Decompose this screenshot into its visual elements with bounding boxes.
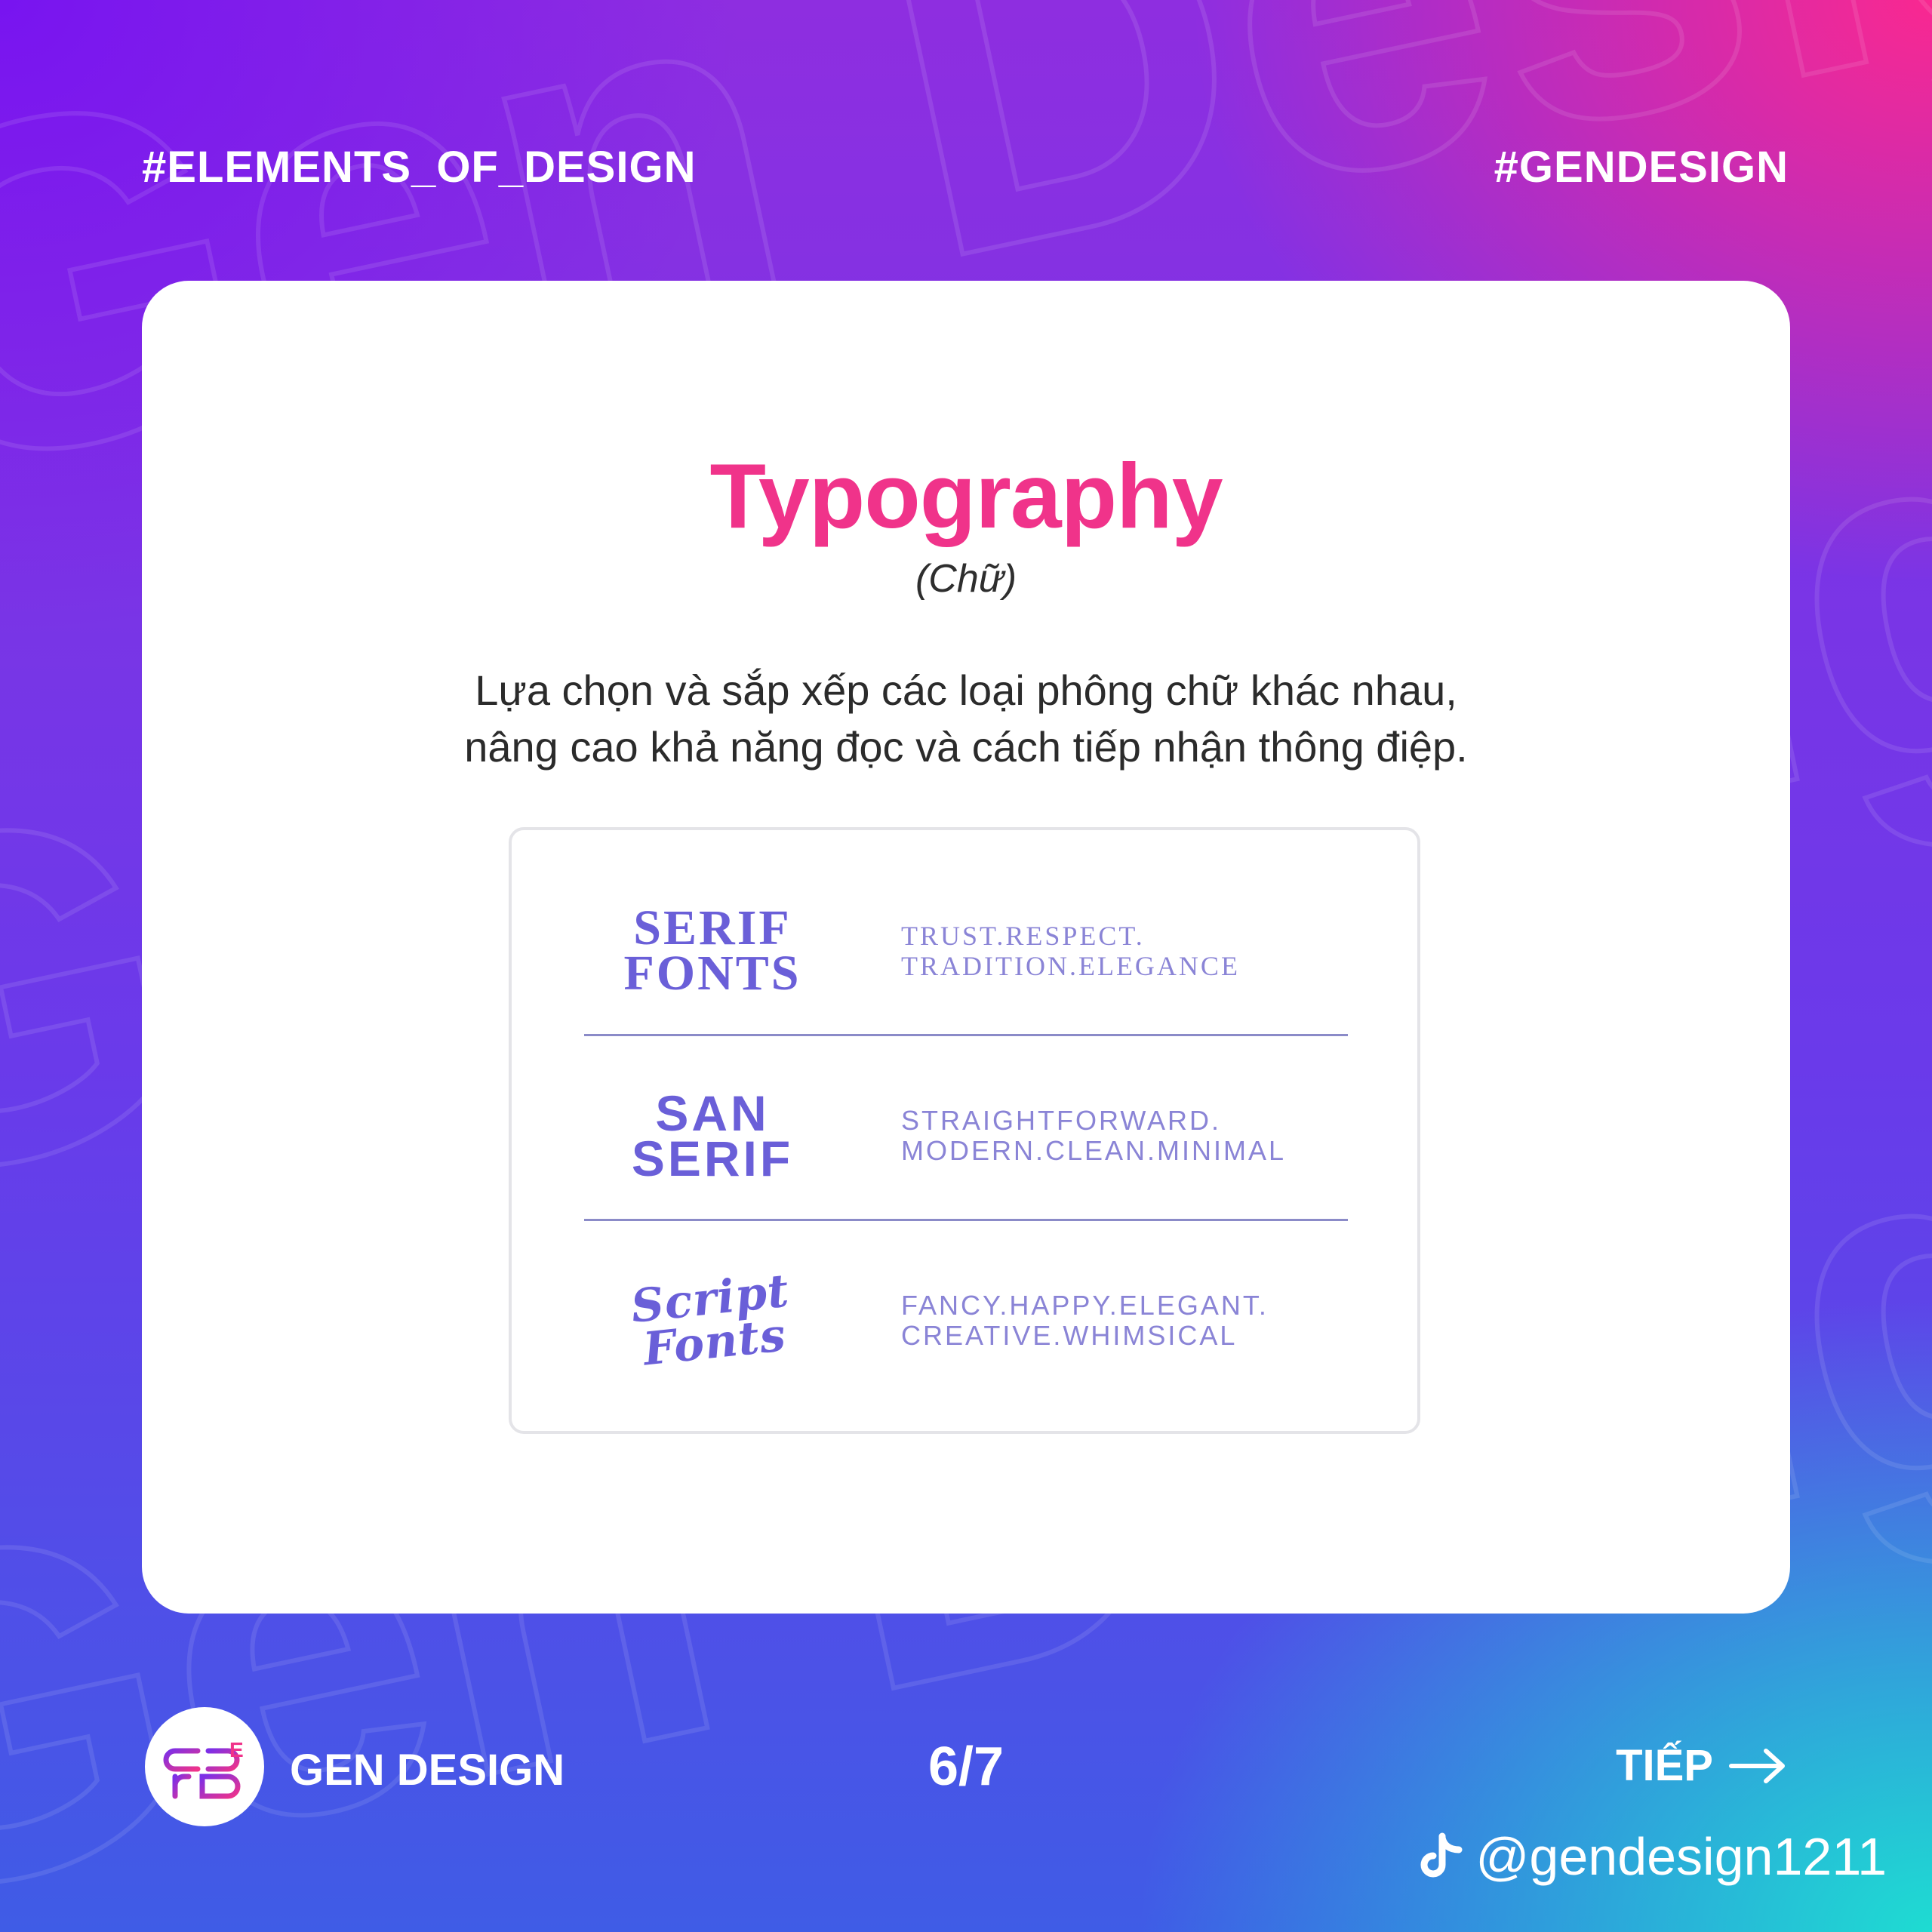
font-types-panel: SERIF FONTS TRUST.RESPECT. TRADITION.ELE… <box>509 827 1420 1434</box>
social-handle[interactable]: @gendesign1211 <box>1420 1826 1887 1887</box>
font-type-trait-line: STRAIGHTFORWARD. <box>901 1105 1221 1136</box>
row-divider <box>584 1034 1348 1036</box>
svg-text:E: E <box>229 1738 244 1761</box>
font-type-trait-line: CREATIVE.WHIMSICAL <box>901 1320 1238 1351</box>
hashtag-elements-of-design: #ELEMENTS_OF_DESIGN <box>142 143 697 192</box>
font-type-name: Script Fonts <box>575 1217 849 1424</box>
font-type-traits: TRUST.RESPECT. TRADITION.ELEGANCE <box>901 860 1346 1041</box>
font-type-name-line: SERIF <box>631 1131 794 1186</box>
font-type-row-serif: SERIF FONTS TRUST.RESPECT. TRADITION.ELE… <box>584 860 1348 1041</box>
description-line: nâng cao khả năng đọc và cách tiếp nhận … <box>464 723 1468 771</box>
hashtag-gendesign: #GENDESIGN <box>1494 143 1789 192</box>
handle-text: @gendesign1211 <box>1475 1827 1887 1886</box>
font-type-name-line: FONTS <box>623 946 801 1001</box>
font-type-row-script: Script Fonts FANCY.HAPPY.ELEGANT. CREATI… <box>584 1230 1348 1411</box>
font-type-name-line: SAN <box>655 1085 770 1141</box>
font-type-trait-line: TRUST.RESPECT. <box>901 921 1145 951</box>
font-type-name-line: SERIF <box>633 900 792 955</box>
content-card: Typography (Chữ) Lựa chọn và sắp xếp các… <box>142 281 1790 1614</box>
next-button[interactable]: TIẾP <box>1616 1740 1789 1791</box>
row-divider <box>584 1219 1348 1221</box>
brand-name: GEN DESIGN <box>290 1746 565 1795</box>
page-subtitle: (Chữ) <box>915 557 1017 601</box>
next-label: TIẾP <box>1616 1741 1713 1790</box>
gen-design-logo-icon[interactable]: E <box>145 1707 264 1826</box>
font-type-name: SERIF FONTS <box>584 860 841 1041</box>
page-indicator: 6/7 <box>928 1737 1004 1797</box>
font-type-trait-line: TRADITION.ELEGANCE <box>901 951 1240 981</box>
font-type-traits: STRAIGHTFORWARD. MODERN.CLEAN.MINIMAL <box>901 1045 1346 1226</box>
font-type-row-sans-serif: SAN SERIF STRAIGHTFORWARD. MODERN.CLEAN.… <box>584 1045 1348 1226</box>
tiktok-icon <box>1420 1832 1463 1878</box>
font-type-name-line: Fonts <box>641 1309 789 1377</box>
font-type-traits: FANCY.HAPPY.ELEGANT. CREATIVE.WHIMSICAL <box>901 1230 1346 1411</box>
description-line: Lựa chọn và sắp xếp các loại phông chữ k… <box>475 666 1457 714</box>
font-type-trait-line: FANCY.HAPPY.ELEGANT. <box>901 1290 1269 1321</box>
description: Lựa chọn và sắp xếp các loại phông chữ k… <box>142 662 1790 775</box>
arrow-right-icon <box>1729 1748 1785 1783</box>
font-type-name: SAN SERIF <box>584 1045 841 1226</box>
font-type-trait-line: MODERN.CLEAN.MINIMAL <box>901 1135 1287 1166</box>
page-title: Typography <box>709 445 1223 547</box>
